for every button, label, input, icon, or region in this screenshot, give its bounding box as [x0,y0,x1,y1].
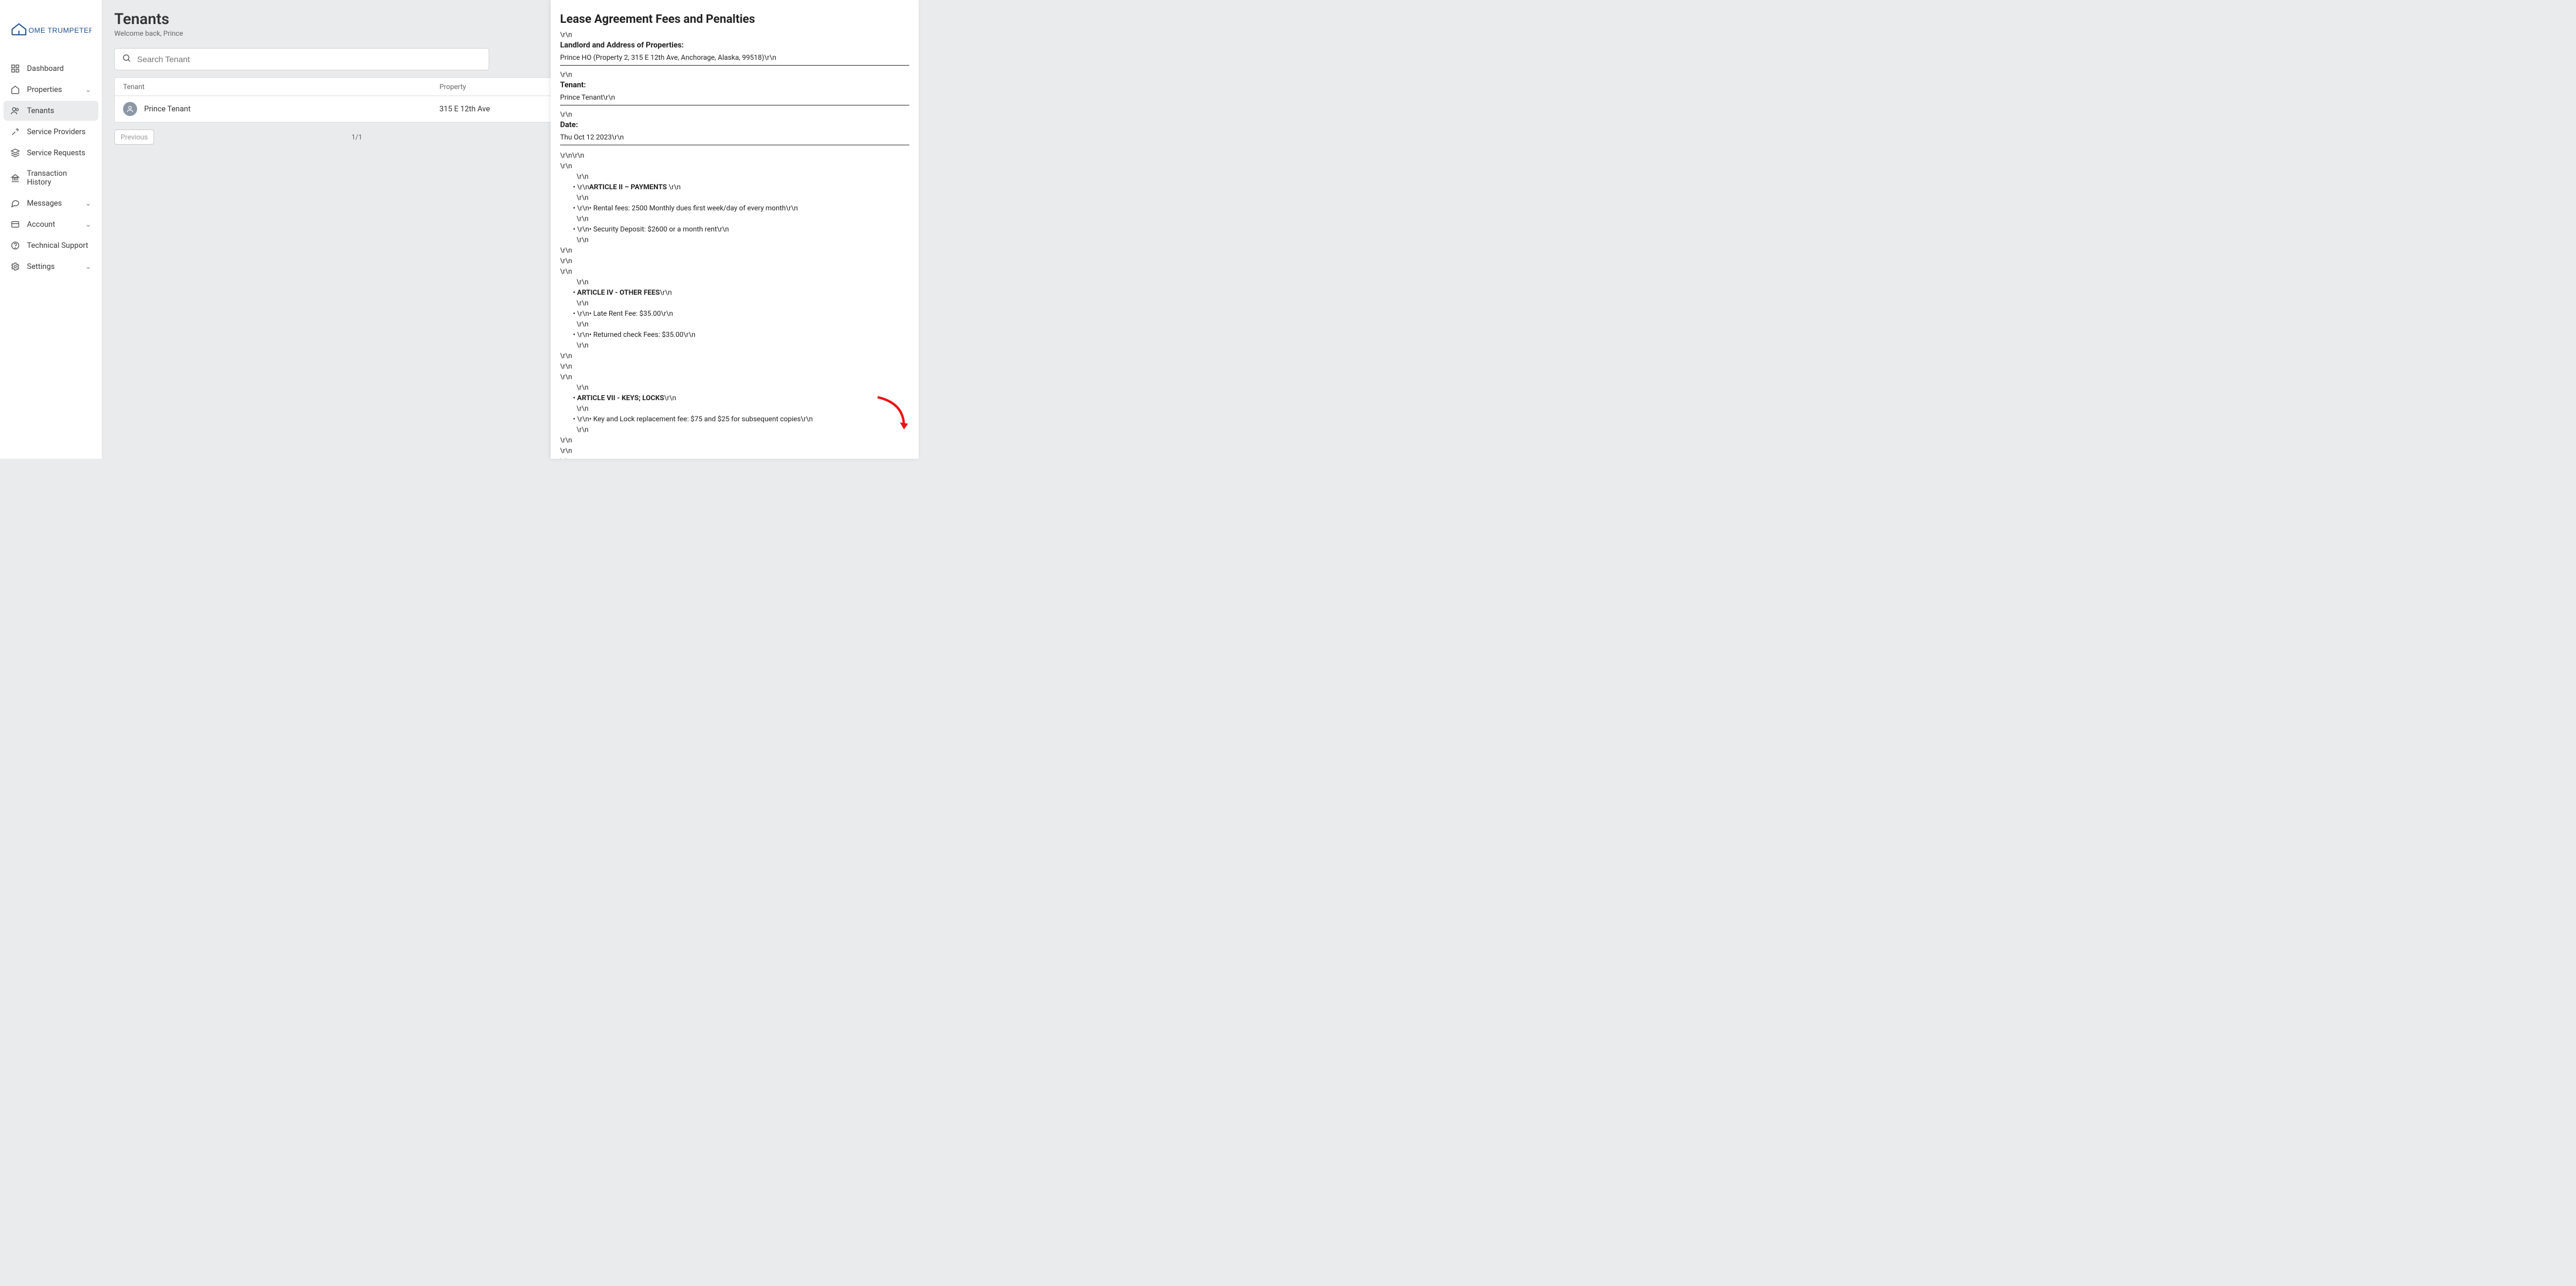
nav-account[interactable]: Account ⌄ [4,214,98,234]
landlord-label: Landlord and Address of Properties: [560,41,909,50]
stack-icon [11,148,20,158]
doc-text: \r\n\r\n [560,150,909,161]
nav-label: Service Requests [27,149,86,158]
avatar [123,102,137,116]
doc-text: \r\n [560,245,909,255]
document-body: \r\n\r\n \r\n \r\n • \r\nARTICLE II – PA… [560,150,909,459]
doc-text: \r\n [560,30,909,39]
gear-icon [11,262,20,271]
date-value: Thu Oct 12 2023\r\n [560,129,909,145]
panel-title: Lease Agreement Fees and Penalties [560,12,909,26]
nav-history[interactable]: Transaction History [4,164,98,192]
nav-label: Tenants [27,107,54,115]
page-info: 1/1 [154,133,559,141]
dashboard-icon [11,64,20,73]
doc-text: \r\n [560,456,909,459]
doc-text: \r\n [560,403,909,414]
doc-text: \r\n [560,255,909,266]
nav-properties[interactable]: Properties ⌄ [4,80,98,100]
doc-text: \r\n [560,298,909,308]
doc-text: \r\n [560,266,909,277]
previous-button[interactable]: Previous [114,129,154,145]
nav-label: Messages [27,199,62,208]
doc-text: \r\n [560,361,909,371]
bank-icon [11,173,20,183]
article-4-heading: • ARTICLE IV - OTHER FEES\r\n [560,287,909,298]
brand-logo: OME TRUMPETER [0,12,102,59]
doc-text: \r\n [560,371,909,382]
nav-label: Service Providers [27,128,86,137]
users-icon [11,106,20,115]
nav-requests[interactable]: Service Requests [4,143,98,163]
search-box[interactable] [114,48,489,70]
search-icon [122,53,131,65]
chevron-down-icon: ⌄ [85,86,91,94]
pagination: Previous 1/1 [114,129,559,145]
chevron-down-icon: ⌄ [85,262,91,271]
doc-text: \r\n [560,424,909,435]
nav-dashboard[interactable]: Dashboard [4,59,98,79]
doc-text: \r\n [560,382,909,393]
nav-label: Account [27,220,55,229]
chevron-down-icon: ⌄ [85,220,91,229]
doc-text: \r\n [560,171,909,182]
sidebar: OME TRUMPETER Dashboard Properties ⌄ Ten… [0,0,103,459]
article-4-line: • \r\n• Late Rent Fee: $35.00\r\n [560,308,909,319]
nav-settings[interactable]: Settings ⌄ [4,257,98,277]
doc-text: \r\n [560,161,909,171]
doc-text: \r\n [560,234,909,245]
tenant-name: Prince Tenant [144,105,190,114]
card-icon [11,220,20,229]
home-icon [11,85,20,94]
chevron-down-icon: ⌄ [85,199,91,208]
nav-label: Settings [27,262,54,271]
landlord-value: Prince HO (Property 2, 315 E 12th Ave, A… [560,50,909,66]
nav-label: Technical Support [27,241,88,250]
nav-label: Transaction History [27,169,91,187]
article-2-heading: • \r\nARTICLE II – PAYMENTS \r\n [560,182,909,192]
doc-text: \r\n [560,350,909,361]
col-tenant-header: Tenant [123,83,439,91]
nav-list: Dashboard Properties ⌄ Tenants Service P… [0,59,102,277]
doc-text: \r\n [560,192,909,203]
support-icon [11,241,20,250]
doc-text: \r\n [560,435,909,445]
doc-text: \r\n [560,110,909,118]
tenant-label: Tenant: [560,81,909,90]
article-2-line: • \r\n• Security Deposit: $2600 or a mon… [560,224,909,234]
brand-text: OME TRUMPETER [29,26,91,35]
doc-text: \r\n [560,213,909,224]
doc-text: \r\n [560,340,909,350]
article-7-line: • \r\n• Key and Lock replacement fee: $7… [560,414,909,424]
message-icon [11,199,20,208]
article-2-line: • \r\n• Rental fees: 2500 Monthly dues f… [560,203,909,213]
nav-messages[interactable]: Messages ⌄ [4,193,98,213]
nav-label: Dashboard [27,64,64,73]
tenant-value: Prince Tenant\r\n [560,90,909,105]
doc-text: \r\n [560,70,909,79]
doc-text: \r\n [560,319,909,329]
lease-agreement-panel: Lease Agreement Fees and Penalties \r\n … [551,0,919,459]
date-label: Date: [560,121,909,129]
nav-label: Properties [27,86,62,94]
article-7-heading: • ARTICLE VII - KEYS; LOCKS\r\n [560,393,909,403]
article-4-line: • \r\n• Returned check Fees: $35.00\r\n [560,329,909,340]
doc-text: \r\n [560,277,909,287]
nav-tenants[interactable]: Tenants [4,101,98,121]
wrench-icon [11,127,20,137]
nav-support[interactable]: Technical Support [4,236,98,255]
doc-text: \r\n [560,445,909,456]
nav-providers[interactable]: Service Providers [4,122,98,142]
search-input[interactable] [137,54,482,64]
